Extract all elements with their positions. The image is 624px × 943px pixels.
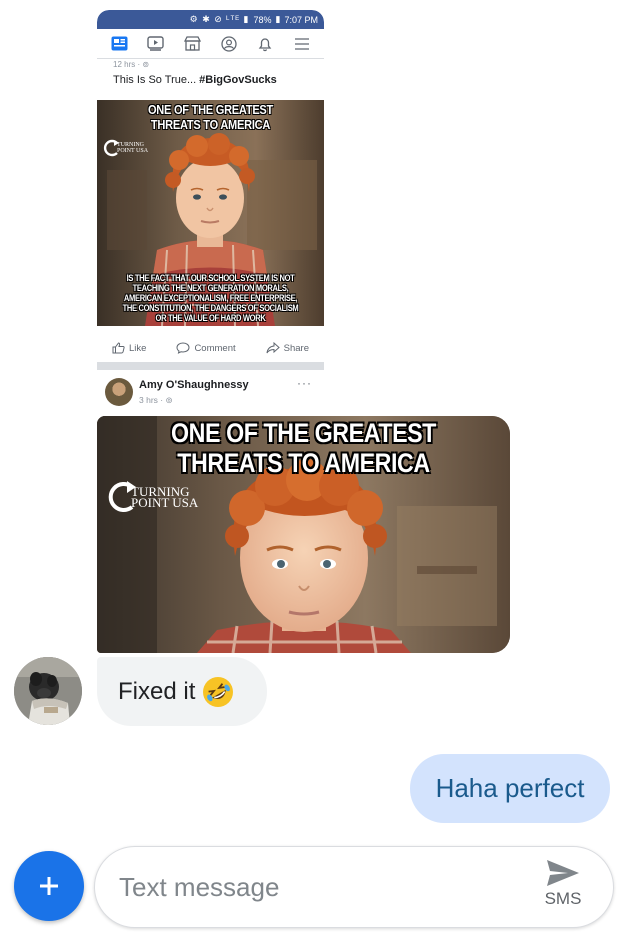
dog-photo (14, 657, 82, 725)
contact-avatar[interactable] (14, 657, 82, 725)
post2-timestamp: 3 hrs · ⊚ (139, 395, 173, 406)
status-time: 7:07 PM (284, 14, 318, 25)
send-icon (547, 860, 579, 886)
battery-icon: ▮ (275, 14, 281, 24)
status-icons: ⚙ ✱ ⊘ ᴸᵀᴱ ▮ (189, 14, 250, 24)
facebook-post-header: Amy O'Shaughnessy 3 hrs · ⊚ ··· (97, 370, 324, 416)
post-actions: Like Comment Share (97, 335, 324, 361)
post-timestamp: 12 hrs · ⊚ (97, 59, 324, 69)
news-feed-icon (109, 34, 129, 54)
status-bar: ⚙ ✱ ⊘ ᴸᵀᴱ ▮ 78% ▮ 7:07 PM (97, 10, 324, 29)
meme-image-original: ONE OF THE GREATEST THREATS TO AMERICA T… (97, 100, 324, 326)
logo-large-line2: POINT USA (131, 495, 199, 510)
share-icon (266, 342, 280, 354)
add-attachment-button[interactable] (14, 851, 84, 921)
incoming-message-bubble[interactable]: Fixed it (97, 657, 267, 726)
post-caption: This Is So True... #BigGovSucks (97, 69, 324, 91)
messages-conversation: ⚙ ✱ ⊘ ᴸᵀᴱ ▮ 78% ▮ 7:07 PM 12 hrs · ⊚ Thi… (0, 0, 624, 943)
turning-point-logo-large: TURNING POINT USA (107, 478, 198, 516)
text-message-input[interactable] (119, 867, 509, 907)
meme-top-text: ONE OF THE GREATEST THREATS TO AMERICA (147, 102, 274, 132)
send-sms-label: SMS (544, 889, 582, 908)
like-button: Like (112, 342, 146, 354)
caption-text: This Is So True... (113, 74, 197, 86)
post2-time-text: 3 hrs · (139, 395, 166, 405)
outgoing-message-bubble[interactable]: Haha perfect (410, 754, 610, 823)
facebook-nav-bar (97, 29, 324, 59)
share-button: Share (266, 342, 309, 354)
share-label: Share (283, 342, 309, 354)
edited-meme-line1: ONE OF THE GREATEST (171, 418, 436, 448)
feed-divider (97, 362, 324, 370)
incoming-message-text: Fixed it (118, 677, 196, 705)
meme-bottom-text: IS THE FACT THAT OUR SCHOOL SYSTEM IS NO… (122, 273, 299, 323)
outgoing-message-text: Haha perfect (435, 773, 585, 803)
send-button[interactable]: SMS (541, 859, 585, 917)
comment-label: Comment (194, 342, 236, 354)
edited-meme-line2: THREATS TO AMERICA (177, 448, 430, 478)
author-avatar (105, 378, 133, 406)
watch-icon (146, 34, 166, 54)
thumbs-up-icon (112, 342, 125, 354)
globe-icon: ⊚ (142, 60, 150, 69)
comment-icon (176, 342, 190, 354)
logo-line2: POINT USA (117, 148, 149, 154)
edited-meme-image[interactable]: ONE OF THE GREATEST THREATS TO AMERICA T… (97, 416, 510, 653)
more-options-icon: ··· (297, 376, 312, 390)
caption-hashtag: #BigGovSucks (199, 74, 277, 86)
profile-icon (219, 34, 239, 54)
rolling-on-floor-laughing-icon (203, 676, 234, 707)
battery-level: 78% (253, 14, 272, 25)
menu-icon (292, 34, 312, 54)
comment-button: Comment (176, 342, 236, 354)
plus-icon (40, 877, 58, 895)
edited-meme-top-text: ONE OF THE GREATEST THREATS TO AMERICA (126, 418, 481, 478)
post-author: Amy O'Shaughnessy (139, 379, 249, 391)
turning-point-logo: TURNING POINT USA (103, 138, 148, 158)
globe-icon: ⊚ (165, 395, 173, 405)
message-composer: SMS (94, 846, 614, 928)
like-label: Like (129, 342, 147, 354)
post-timestamp-text: 12 hrs · (113, 60, 143, 69)
bell-icon (255, 34, 275, 54)
shared-screenshot-image[interactable]: ⚙ ✱ ⊘ ᴸᵀᴱ ▮ 78% ▮ 7:07 PM 12 hrs · ⊚ Thi… (97, 10, 324, 370)
marketplace-icon (182, 34, 202, 54)
